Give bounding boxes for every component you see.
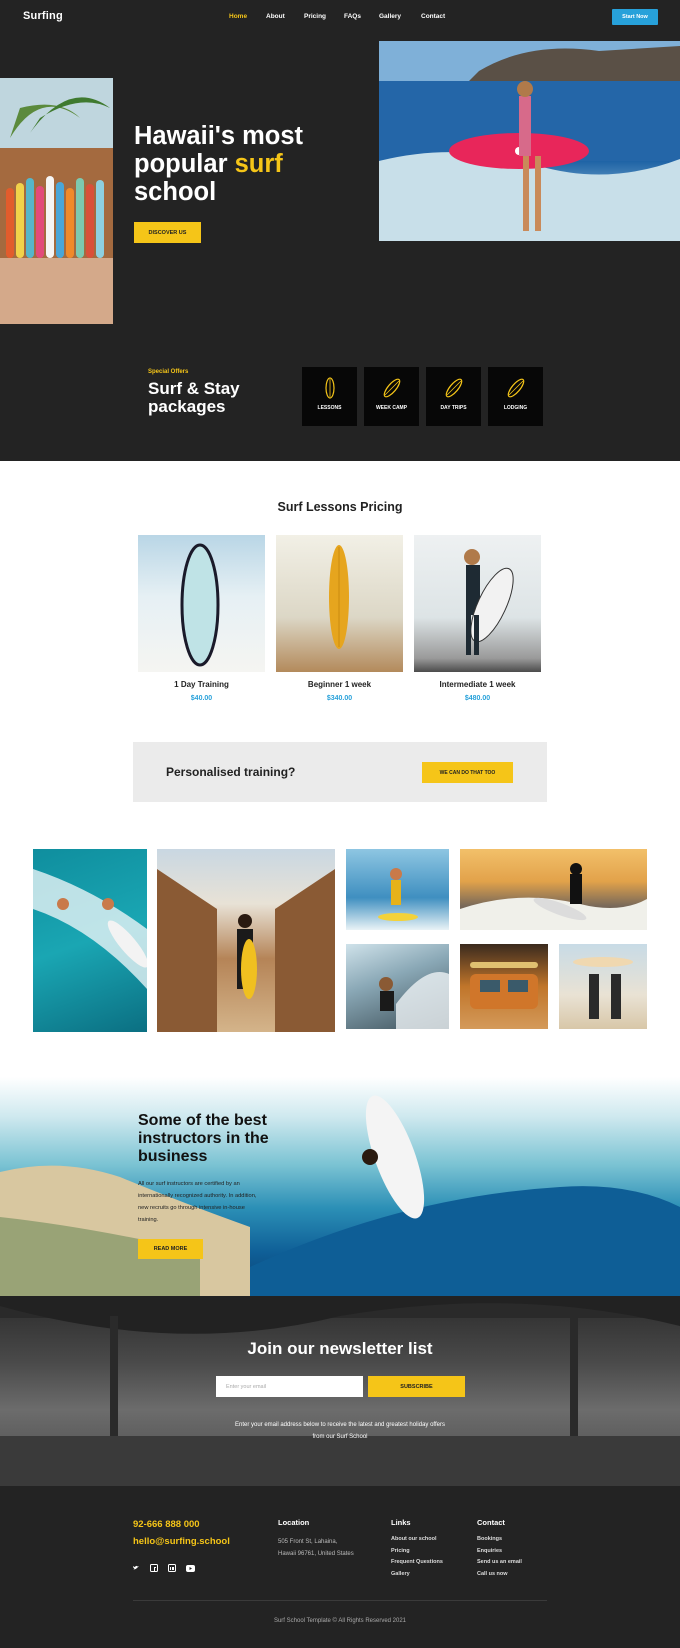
footer-contact-heading: Contact — [477, 1518, 505, 1527]
we-can-do-that-button[interactable]: WE CAN DO THAT TOO — [422, 762, 513, 783]
nav-faqs[interactable]: FAQs — [344, 13, 361, 20]
nav-pricing[interactable]: Pricing — [304, 13, 326, 20]
offer-card-day-trips[interactable]: DAY TRIPS — [426, 367, 481, 426]
gallery-image-5[interactable] — [346, 944, 449, 1029]
plan-image-beginner[interactable] — [276, 535, 403, 672]
subscribe-button[interactable]: SUBSCRIBE — [368, 1376, 465, 1397]
footer-link-about[interactable]: About our school — [391, 1536, 437, 1542]
footer-link-gallery[interactable]: Gallery — [391, 1571, 410, 1577]
read-more-button[interactable]: READ MORE — [138, 1239, 203, 1259]
logo[interactable]: Surfing — [23, 10, 63, 22]
offer-card-week-camp[interactable]: WEEK CAMP — [364, 367, 419, 426]
nav-contact[interactable]: Contact — [421, 13, 445, 20]
gallery-image-4[interactable] — [460, 849, 647, 930]
newsletter-title: Join our newsletter list — [247, 1339, 433, 1358]
offer-card-lessons[interactable]: LESSONS — [302, 367, 357, 426]
instructors-body: All our surf instructors are certified b… — [138, 1181, 257, 1223]
gallery-image-1[interactable] — [33, 849, 147, 1032]
footer-contact-enquiries[interactable]: Enquiries — [477, 1548, 502, 1554]
plan-price-1: $40.00 — [190, 695, 213, 702]
gallery-image-2[interactable] — [157, 849, 335, 1032]
surfboard-icon — [324, 377, 335, 399]
gallery-image-6[interactable] — [460, 944, 548, 1029]
plan-price-3: $480.00 — [464, 695, 491, 702]
gallery-image-3[interactable] — [346, 849, 449, 930]
twitter-icon[interactable] — [131, 1563, 141, 1573]
plan-image-intermediate[interactable] — [414, 535, 541, 672]
footer-links-heading: Links — [391, 1518, 411, 1527]
instructors-title: Some of the best instructors in the busi… — [138, 1112, 269, 1165]
footer-copyright: Surf School Template © All Rights Reserv… — [273, 1618, 407, 1624]
cta-text: Personalised training? — [166, 765, 296, 779]
offer-card-lodging[interactable]: LODGING — [488, 367, 543, 426]
hero-surfer-image — [379, 41, 680, 241]
offers-title: Surf & Stay packages — [148, 379, 240, 416]
youtube-icon[interactable] — [185, 1563, 195, 1573]
plan-name-3: Intermediate 1 week — [439, 680, 516, 689]
footer-contact-bookings[interactable]: Bookings — [477, 1536, 502, 1542]
footer-location-heading: Location — [278, 1518, 310, 1527]
footer-contact-email[interactable]: Send us an email — [477, 1559, 522, 1565]
surfboard-icon — [507, 378, 524, 398]
newsletter-note: Enter your email address below to receiv… — [234, 1422, 445, 1440]
hero-title: Hawaii's most popular surf school — [134, 122, 304, 206]
nav-gallery[interactable]: Gallery — [379, 13, 401, 20]
footer-contact-call[interactable]: Call us now — [477, 1571, 508, 1577]
surfboard-icon — [445, 378, 462, 398]
footer-link-pricing[interactable]: Pricing — [391, 1548, 410, 1554]
email-input[interactable]: Enter your email — [216, 1376, 363, 1397]
plan-price-2: $340.00 — [326, 695, 353, 702]
instructors-section — [0, 1077, 680, 1296]
linkedin-icon[interactable] — [167, 1563, 177, 1573]
surfboard-icon — [383, 378, 400, 398]
start-now-button[interactable]: Start Now — [612, 9, 658, 25]
footer-email[interactable]: hello@surfing.school — [133, 1536, 230, 1547]
footer-divider — [133, 1600, 547, 1601]
page: Surfing Home About Pricing FAQs Gallery … — [0, 0, 680, 1648]
footer-link-faq[interactable]: Frequent Questions — [391, 1559, 443, 1565]
plan-name-1: 1 Day Training — [174, 680, 229, 689]
hero-surfboards-image — [0, 78, 113, 324]
nav-about[interactable]: About — [266, 13, 285, 20]
plan-image-1-day[interactable] — [138, 535, 265, 672]
discover-us-button[interactable]: DISCOVER US — [134, 222, 201, 243]
plan-name-2: Beginner 1 week — [307, 680, 372, 689]
offers-kicker: Special Offers — [148, 369, 189, 375]
nav-home[interactable]: Home — [229, 13, 247, 20]
facebook-icon[interactable] — [149, 1563, 159, 1573]
footer-address: 505 Front St, Lahaina, Hawaii 96761, Uni… — [278, 1539, 354, 1557]
gallery-image-7[interactable] — [559, 944, 647, 1029]
footer-phone[interactable]: 92-666 888 000 — [133, 1519, 200, 1530]
pricing-title: Surf Lessons Pricing — [277, 500, 403, 514]
